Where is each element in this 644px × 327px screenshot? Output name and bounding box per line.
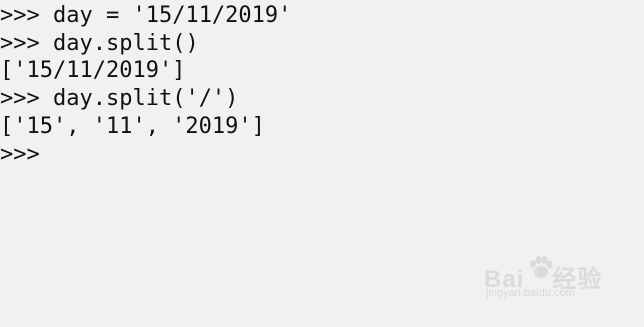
console-input-line: >>> day.split('/') (0, 85, 238, 113)
console-prompt: >>> (0, 3, 40, 28)
console-prompt: >>> (0, 86, 40, 111)
console-current-prompt-line[interactable]: >>> (0, 141, 40, 169)
console-input-line: >>> day = '15/11/2019' (0, 2, 291, 30)
watermark-url: jingyan.baidu.com (486, 287, 575, 299)
console-code: day.split('/') (39, 86, 239, 111)
console-code: day.split() (39, 31, 199, 56)
console-output-line: ['15', '11', '2019'] (0, 113, 265, 141)
paw-icon (530, 256, 553, 278)
console-output-line: ['15/11/2019'] (0, 57, 185, 85)
console-output: ['15/11/2019'] (0, 58, 186, 83)
console-prompt: >>> (0, 31, 40, 56)
console-prompt: >>> (0, 142, 40, 167)
console-input-line: >>> day.split() (0, 30, 199, 58)
baidu-jingyan-watermark: Bai 经验 jingyan.baidu.com (484, 256, 614, 309)
console-code: day = '15/11/2019' (39, 3, 292, 28)
console-output: ['15', '11', '2019'] (0, 114, 265, 139)
